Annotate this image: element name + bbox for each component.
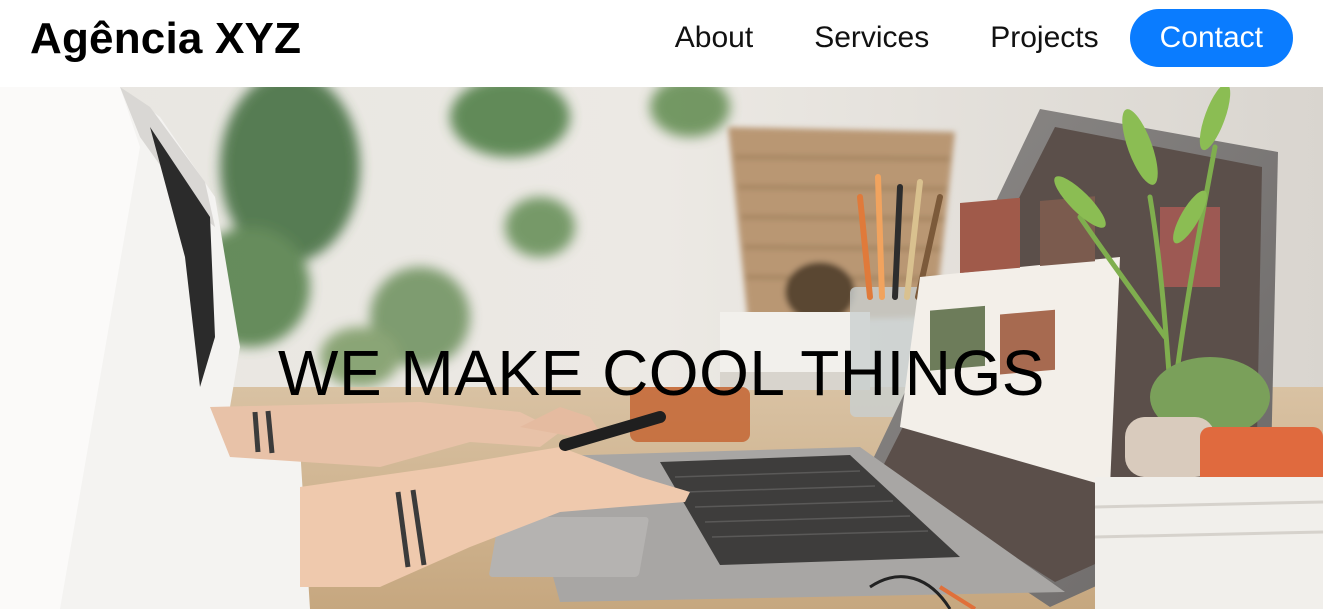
nav-link-services[interactable]: Services — [814, 9, 929, 67]
site-header: Agência XYZ About Services Projects Cont… — [0, 0, 1323, 87]
brand-logo[interactable]: Agência XYZ — [30, 14, 301, 64]
hero-section: WE MAKE COOL THINGS — [0, 87, 1323, 609]
nav-link-projects[interactable]: Projects — [990, 9, 1098, 67]
hero-title: WE MAKE COOL THINGS — [278, 337, 1045, 409]
contact-button[interactable]: Contact — [1129, 9, 1293, 67]
main-nav: About Services Projects Contact — [675, 9, 1293, 67]
nav-link-about[interactable]: About — [675, 9, 753, 67]
